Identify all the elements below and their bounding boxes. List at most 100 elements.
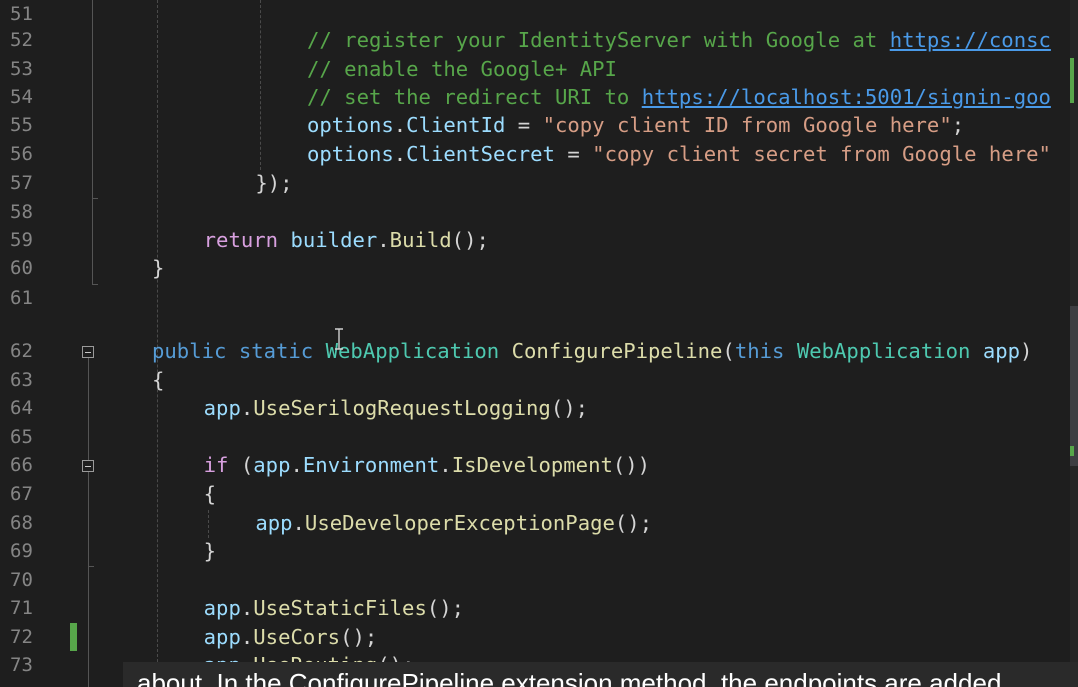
code-token: . <box>240 396 254 420</box>
code-text[interactable]: }); <box>255 169 292 197</box>
code-token: . <box>292 511 305 535</box>
code-text[interactable]: options.ClientSecret = "copy client secr… <box>307 140 1051 168</box>
code-link[interactable]: https://consc <box>890 28 1051 52</box>
code-token: = <box>554 142 593 166</box>
code-text[interactable]: if (app.Environment.IsDevelopment()) <box>204 451 650 479</box>
code-token: } <box>152 256 165 280</box>
line-number: 56 <box>10 143 33 165</box>
code-token: if <box>203 453 229 477</box>
code-text[interactable]: app.UseDeveloperExceptionPage(); <box>255 509 652 537</box>
code-token: "copy client secret from Google here" <box>592 142 1051 166</box>
code-token: WebApplication <box>325 339 500 363</box>
code-text[interactable]: } <box>204 537 216 565</box>
code-token: Environment <box>302 453 440 477</box>
code-token: app <box>203 396 241 420</box>
code-line[interactable]: 72 app.UseCors(); <box>0 623 1078 651</box>
code-line[interactable]: 61 <box>0 284 1078 312</box>
code-token: . <box>290 453 303 477</box>
code-line[interactable]: 52 // register your IdentityServer with G… <box>0 26 1078 54</box>
code-line[interactable]: 57}); <box>0 169 1078 197</box>
scrollbar-thumb[interactable] <box>1070 306 1078 466</box>
code-token: ClientSecret <box>406 142 555 166</box>
code-text[interactable]: } <box>152 254 164 282</box>
line-number: 60 <box>10 257 33 279</box>
code-token: } <box>203 539 217 563</box>
code-token: ConfigurePipeline <box>511 339 723 363</box>
code-editor[interactable]: 51 52 // register your IdentityServer with… <box>0 0 1078 687</box>
code-token: UseSerilogRequestLogging <box>253 396 551 420</box>
code-line[interactable]: 63 { <box>0 366 1078 394</box>
line-number: 61 <box>10 287 33 309</box>
code-text[interactable]: return builder.Build(); <box>204 226 489 254</box>
code-line[interactable]: 70 <box>0 566 1078 594</box>
code-line[interactable]: 64 app.UseSerilogRequestLogging(); <box>0 394 1078 422</box>
line-number: 66 <box>10 454 33 476</box>
line-number: 65 <box>10 426 33 448</box>
code-token: this <box>734 339 785 363</box>
code-line[interactable]: 53 // enable the Google+ API <box>0 55 1078 83</box>
code-text[interactable]: { <box>152 366 164 394</box>
line-number: 55 <box>10 114 33 136</box>
code-text[interactable]: public static WebApplication ConfigurePi… <box>152 337 1032 365</box>
line-number: 51 <box>10 3 33 25</box>
code-token: }); <box>255 171 293 195</box>
code-token: { <box>152 368 165 392</box>
code-line[interactable]: 68 app.UseDeveloperExceptionPage(); <box>0 509 1078 537</box>
code-token: app <box>203 596 241 620</box>
code-line[interactable]: 54 // set the redirect URI to https://loc… <box>0 83 1078 111</box>
code-text[interactable]: app.UseSerilogRequestLogging(); <box>204 394 588 422</box>
code-token: UseCors <box>253 625 341 649</box>
code-line[interactable]: 51 <box>0 0 1078 28</box>
code-token: Build <box>389 228 452 252</box>
code-token: UseDeveloperExceptionPage <box>304 511 615 535</box>
code-text[interactable]: // register your IdentityServer with Goo… <box>307 26 1051 54</box>
code-token: "copy client ID from Google here" <box>542 113 952 137</box>
code-token: static <box>238 339 314 363</box>
code-token: ( <box>228 453 254 477</box>
code-line[interactable]: 67 { <box>0 480 1078 508</box>
code-line[interactable]: 65 <box>0 423 1078 451</box>
line-number: 62 <box>10 340 33 362</box>
scrollbar-change-mark <box>1070 446 1074 456</box>
code-line[interactable]: 58 <box>0 198 1078 226</box>
line-number: 68 <box>10 512 33 534</box>
code-line[interactable]: 62 public static WebApplication Configure… <box>0 337 1078 365</box>
code-token: // enable the Google+ API <box>306 57 617 81</box>
code-token: . <box>377 228 390 252</box>
line-number: 69 <box>10 540 33 562</box>
code-text[interactable]: // enable the Google+ API <box>307 55 617 83</box>
code-token: . <box>393 113 407 137</box>
code-token: ClientId <box>406 113 506 137</box>
line-number: 57 <box>10 172 33 194</box>
code-text[interactable]: app.UseCors(); <box>204 623 378 651</box>
line-number: 52 <box>10 29 33 51</box>
line-number: 73 <box>10 654 33 676</box>
code-token: = <box>505 113 543 137</box>
code-line[interactable]: 55 options.ClientId = "copy client ID fro… <box>0 111 1078 139</box>
code-text[interactable]: app.UseStaticFiles(); <box>204 594 464 622</box>
code-text[interactable]: // set the redirect URI to https://local… <box>307 83 1051 111</box>
code-token: . <box>240 625 254 649</box>
scrollbar-change-mark <box>1070 58 1074 103</box>
code-token: ()) <box>612 453 651 477</box>
line-number: 58 <box>10 201 33 223</box>
code-line[interactable]: 59 return builder.Build(); <box>0 226 1078 254</box>
code-line[interactable]: 69} <box>0 537 1078 565</box>
code-line[interactable]: 71 app.UseStaticFiles(); <box>0 594 1078 622</box>
code-token: . <box>439 453 452 477</box>
code-link[interactable]: https://localhost:5001/signin-goo <box>642 85 1051 109</box>
code-line[interactable]: 60} <box>0 254 1078 282</box>
vertical-scrollbar[interactable] <box>1070 0 1078 687</box>
code-text[interactable]: options.ClientId = "copy client ID from … <box>307 111 964 139</box>
line-number: 64 <box>10 397 33 419</box>
code-line[interactable]: 56 options.ClientSecret = "copy client se… <box>0 140 1078 168</box>
code-line[interactable]: 66 if (app.Environment.IsDevelopment()) <box>0 451 1078 479</box>
code-token: { <box>203 482 217 506</box>
line-number: 72 <box>10 626 33 648</box>
line-number: 54 <box>10 86 33 108</box>
line-number: 59 <box>10 229 33 251</box>
code-token: (); <box>426 596 465 620</box>
code-text[interactable]: { <box>204 480 216 508</box>
